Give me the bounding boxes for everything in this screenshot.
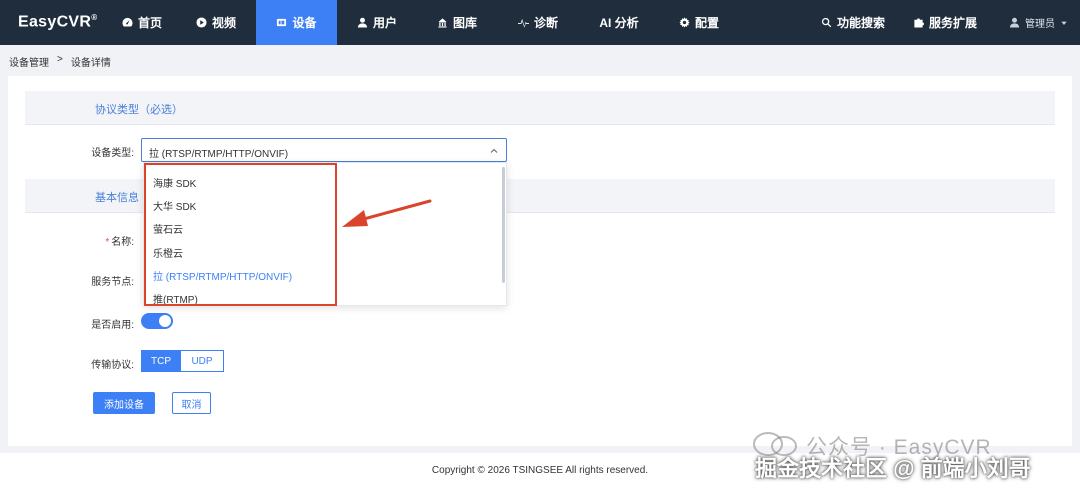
user-menu[interactable]: 管理员 — [991, 0, 1080, 45]
transport-label: 传输协议: — [91, 360, 134, 371]
dashboard-icon — [122, 17, 133, 27]
toggle-knob — [159, 315, 171, 327]
device-type-value: 拉 (RTSP/RTMP/HTTP/ONVIF) — [149, 149, 289, 160]
service-extension-button[interactable]: 服务扩展 — [899, 0, 991, 45]
enabled-label: 是否启用: — [91, 320, 134, 331]
gear-icon — [679, 17, 690, 28]
breadcrumb-current: 设备详情 — [70, 58, 111, 69]
breadcrumb: 设备管理 > 设备详情 — [9, 54, 111, 69]
nav-item-home[interactable]: 首页 — [108, 0, 176, 45]
feature-search-button[interactable]: 功能搜索 — [807, 0, 899, 45]
device-type-select[interactable]: 拉 (RTSP/RTMP/HTTP/ONVIF) — [141, 138, 507, 162]
image-icon — [438, 18, 447, 28]
device-type-label: 设备类型: — [91, 148, 134, 159]
play-icon — [196, 17, 207, 28]
nav-item-video[interactable]: 视频 — [176, 0, 256, 45]
nav-right: 功能搜索 服务扩展 管理员 — [807, 0, 1080, 45]
user-icon — [357, 17, 368, 28]
chevron-up-icon — [490, 148, 498, 153]
breadcrumb-separator: > — [57, 54, 63, 65]
main-nav: 首页 视频 设备 用户 图库 诊断 AI 分析 配置 — [108, 0, 739, 45]
search-icon — [821, 17, 832, 28]
service-node-label: 服务节点: — [91, 277, 134, 288]
annotation-highlight-box — [144, 163, 337, 306]
nav-item-ai[interactable]: AI 分析 — [579, 0, 659, 45]
user-avatar-icon — [1009, 17, 1020, 28]
section-protocol-title: 协议类型（必选） — [95, 104, 183, 116]
add-device-button[interactable]: 添加设备 — [93, 392, 155, 414]
cancel-button[interactable]: 取消 — [172, 392, 211, 414]
enabled-toggle[interactable] — [141, 313, 173, 329]
pulse-icon — [517, 18, 529, 28]
breadcrumb-root[interactable]: 设备管理 — [9, 54, 49, 69]
nav-item-gallery[interactable]: 图库 — [417, 0, 497, 45]
puzzle-icon — [914, 18, 924, 28]
transport-option-tcp[interactable]: TCP — [141, 350, 181, 372]
chevron-down-icon — [1061, 21, 1067, 25]
device-icon — [277, 18, 287, 27]
section-basic-title: 基本信息 — [95, 192, 139, 204]
watermark-author: 掘金技术社区 @ 前端小刘哥 — [755, 456, 1031, 481]
copyright-text: Copyright © 2026 TSINGSEE All rights res… — [431, 465, 649, 476]
nav-item-diagnosis[interactable]: 诊断 — [497, 0, 579, 45]
top-navbar: EasyCVR® 首页 视频 设备 用户 图库 诊断 AI 分析 配置 功能搜索… — [0, 0, 1080, 45]
transport-segment: TCP UDP — [141, 350, 224, 372]
nav-item-config[interactable]: 配置 — [659, 0, 739, 45]
dropdown-scrollbar[interactable] — [502, 167, 505, 283]
section-protocol-header: 协议类型（必选） — [25, 91, 1055, 125]
annotation-arrow-icon — [342, 199, 432, 227]
nav-item-device[interactable]: 设备 — [256, 0, 337, 45]
name-label: * 名称: — [105, 237, 134, 248]
transport-option-udp[interactable]: UDP — [181, 350, 224, 372]
nav-item-user[interactable]: 用户 — [337, 0, 417, 45]
app-logo[interactable]: EasyCVR® — [0, 13, 108, 31]
